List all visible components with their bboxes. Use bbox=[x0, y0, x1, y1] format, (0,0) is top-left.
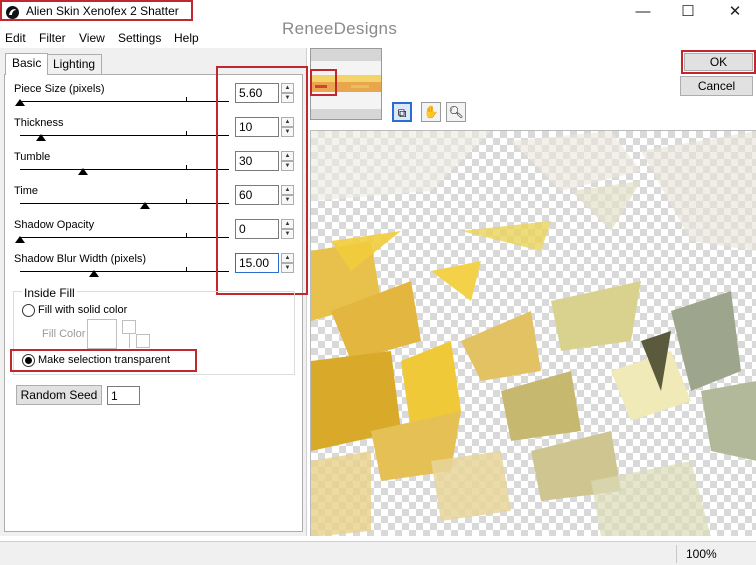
param-label: Piece Size (pixels) bbox=[14, 83, 105, 95]
maximize-button[interactable]: ☐ bbox=[673, 2, 703, 24]
fill-solid-label[interactable]: Fill with solid color bbox=[38, 304, 127, 316]
transparent-highlight-box bbox=[10, 349, 197, 372]
color-swatch-small bbox=[122, 320, 136, 334]
param-label: Time bbox=[14, 185, 39, 197]
fill-color-label: Fill Color bbox=[42, 328, 86, 340]
param-label: Tumble bbox=[14, 151, 51, 163]
slider-tick bbox=[186, 233, 187, 237]
slider-thumb[interactable] bbox=[140, 202, 150, 209]
close-button[interactable]: ✕ bbox=[720, 2, 750, 24]
cancel-button[interactable]: Cancel bbox=[680, 76, 753, 96]
slider-tick bbox=[186, 267, 187, 271]
navigator-viewport-box[interactable] bbox=[310, 69, 337, 96]
status-bar: 100% bbox=[0, 541, 756, 565]
random-seed-button[interactable]: Random Seed bbox=[16, 385, 102, 405]
ok-highlight-box bbox=[681, 50, 756, 74]
menu-help[interactable]: Help bbox=[174, 31, 199, 45]
slider-tick bbox=[186, 131, 187, 135]
title-bar: Alien Skin Xenofex 2 Shatter ReneeDesign… bbox=[0, 0, 756, 38]
slider-thumb[interactable] bbox=[15, 236, 25, 243]
swatch-connector bbox=[129, 334, 130, 348]
menu-settings[interactable]: Settings bbox=[118, 31, 161, 45]
shatter-preview-image bbox=[311, 131, 756, 536]
params-highlight-box bbox=[216, 66, 308, 295]
fill-color-swatch[interactable] bbox=[87, 319, 117, 349]
slider-track[interactable] bbox=[20, 271, 229, 272]
hand-icon[interactable]: ✋ bbox=[421, 102, 441, 122]
status-separator bbox=[676, 545, 677, 563]
minimize-button[interactable]: — bbox=[628, 2, 658, 24]
menu-view[interactable]: View bbox=[79, 31, 105, 45]
preview-canvas[interactable] bbox=[310, 130, 756, 536]
slider-track[interactable] bbox=[20, 237, 229, 238]
slider-tick bbox=[186, 97, 187, 101]
slider-thumb[interactable] bbox=[36, 134, 46, 141]
zoom-icon[interactable]: 🔍︎ bbox=[446, 102, 466, 122]
slider-thumb[interactable] bbox=[15, 99, 25, 106]
zoom-level: 100% bbox=[686, 547, 717, 561]
tab-basic[interactable]: Basic bbox=[5, 53, 49, 75]
inside-fill-label: Inside Fill bbox=[22, 286, 77, 300]
slider-tick bbox=[186, 199, 187, 203]
param-label: Shadow Opacity bbox=[14, 219, 95, 231]
preview-toggle-icon[interactable]: ⧉ bbox=[392, 102, 412, 122]
random-seed-input[interactable] bbox=[107, 386, 140, 405]
menu-edit[interactable]: Edit bbox=[5, 31, 26, 45]
fill-solid-radio[interactable] bbox=[22, 304, 35, 317]
slider-track[interactable] bbox=[20, 169, 229, 170]
menu-filter[interactable]: Filter bbox=[39, 31, 66, 45]
color-swatch-small bbox=[136, 334, 150, 348]
slider-track[interactable] bbox=[20, 135, 229, 136]
param-label: Shadow Blur Width (pixels) bbox=[14, 253, 147, 265]
window-title: Alien Skin Xenofex 2 Shatter bbox=[26, 4, 179, 18]
slider-track[interactable] bbox=[20, 203, 229, 204]
slider-track[interactable] bbox=[20, 101, 229, 102]
slider-tick bbox=[186, 165, 187, 169]
slider-thumb[interactable] bbox=[78, 168, 88, 175]
param-label: Thickness bbox=[14, 117, 64, 129]
tab-lighting[interactable]: Lighting bbox=[46, 54, 103, 74]
slider-thumb[interactable] bbox=[89, 270, 99, 277]
watermark: ReneeDesigns bbox=[282, 19, 398, 38]
